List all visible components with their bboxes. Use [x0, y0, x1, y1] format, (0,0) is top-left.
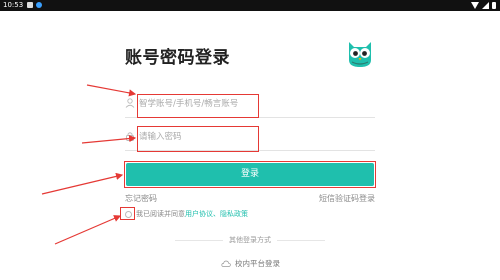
agreement-checkbox[interactable]: [125, 210, 132, 218]
password-field: [125, 124, 375, 151]
user-icon: [125, 98, 135, 108]
cloud-icon: [221, 260, 231, 267]
campus-login-button[interactable]: 校内平台登录: [221, 258, 280, 269]
agreement-separator: 、: [213, 210, 220, 218]
arrow-checkbox: [54, 215, 122, 245]
signal-icon: [482, 2, 489, 9]
agreement-row: 我已阅读并同意 用户协议 、 隐私政策: [125, 209, 248, 219]
forgot-password-link[interactable]: 忘记密码: [125, 193, 157, 204]
arrow-login: [41, 172, 124, 195]
other-login-divider: 其他登录方式: [175, 235, 325, 245]
account-field: [125, 91, 375, 118]
campus-login-label: 校内平台登录: [235, 259, 280, 268]
owl-logo-icon: [349, 42, 371, 67]
password-input[interactable]: [139, 127, 369, 147]
other-login-label: 其他登录方式: [229, 236, 271, 244]
app-notification-icon: [36, 2, 42, 8]
battery-icon: [492, 2, 496, 9]
clock: 10:53: [3, 1, 24, 9]
agreement-text: 我已阅读并同意: [136, 210, 185, 218]
page-title: 账号密码登录: [125, 48, 230, 68]
account-input[interactable]: [139, 94, 369, 114]
privacy-policy-link[interactable]: 隐私政策: [220, 209, 248, 219]
lock-icon: [126, 132, 134, 141]
status-bar: 10:53: [0, 0, 500, 11]
lock-icon: [27, 2, 33, 8]
sms-login-link[interactable]: 短信验证码登录: [319, 193, 375, 204]
wifi-icon: [471, 2, 479, 9]
login-button[interactable]: 登录: [126, 163, 374, 186]
user-agreement-link[interactable]: 用户协议: [185, 209, 213, 219]
